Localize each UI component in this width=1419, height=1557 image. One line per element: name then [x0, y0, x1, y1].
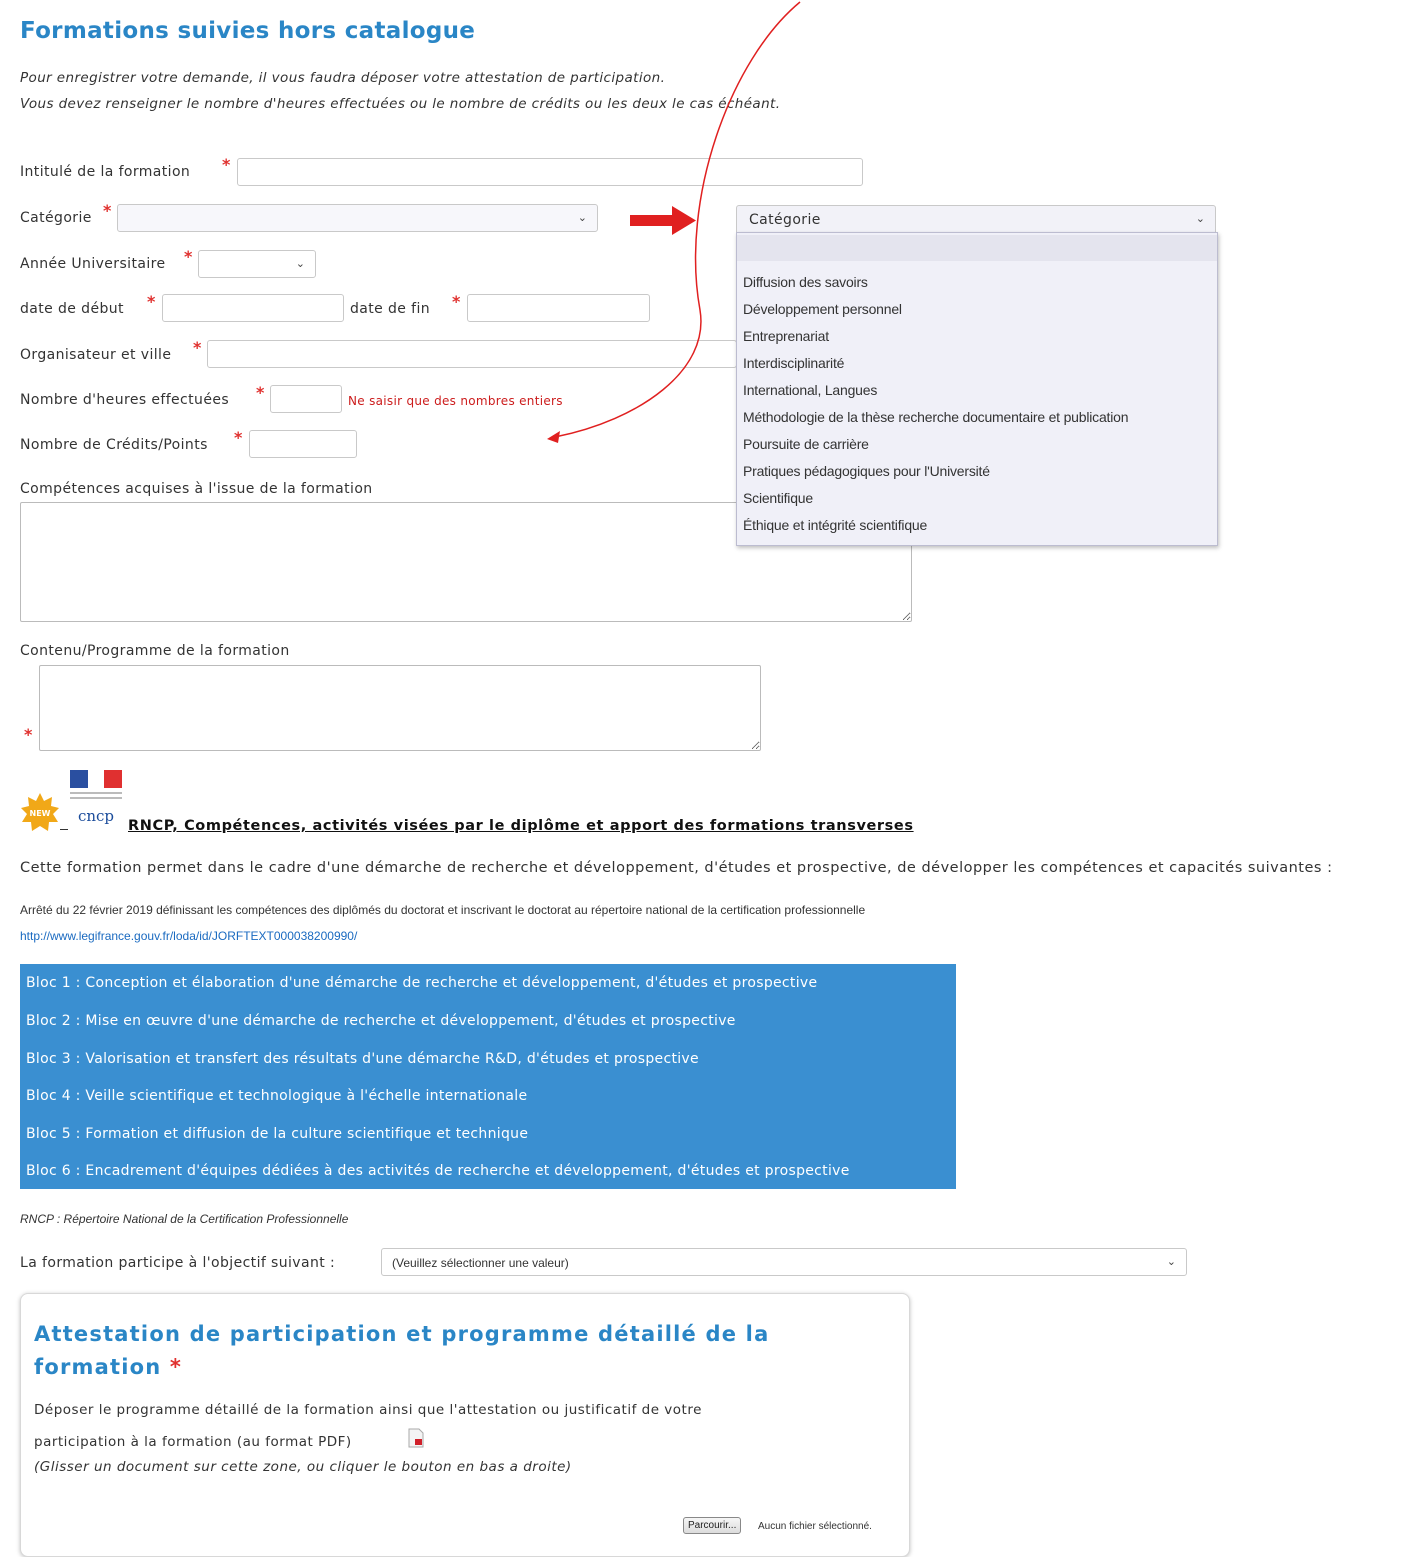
- date-debut-label: date de début: [20, 301, 124, 317]
- chevron-down-icon: ⌄: [1195, 212, 1205, 225]
- dropdown-option[interactable]: Méthodologie de la thèse recherche docum…: [743, 409, 1129, 425]
- competences-label: Compétences acquises à l'issue de la for…: [20, 481, 373, 497]
- required-mark: *: [222, 155, 231, 174]
- new-badge-icon: NEW: [21, 793, 59, 831]
- attestation-desc-line-1: Déposer le programme détaillé de la form…: [34, 1402, 702, 1418]
- categorie-dropdown-list: Diffusion des savoirs Développement pers…: [736, 232, 1218, 546]
- attestation-hint: (Glisser un document sur cette zone, ou …: [34, 1459, 572, 1475]
- categorie-label: Catégorie: [20, 210, 92, 226]
- bloc-item: Bloc 3 : Valorisation et transfert des r…: [26, 1051, 699, 1067]
- annee-select[interactable]: ⌄: [198, 250, 316, 278]
- required-mark: *: [193, 338, 202, 357]
- chevron-down-icon: ⌄: [295, 257, 305, 270]
- separator: [60, 829, 68, 830]
- required-mark: *: [452, 292, 461, 311]
- dropdown-option[interactable]: Poursuite de carrière: [743, 436, 869, 452]
- intitule-label: Intitulé de la formation: [20, 164, 191, 180]
- objectif-select[interactable]: (Veuillez sélectionner une valeur) ⌄: [381, 1248, 1187, 1276]
- dropdown-option[interactable]: Diffusion des savoirs: [743, 274, 868, 290]
- attestation-dropzone[interactable]: Attestation de participation et programm…: [20, 1293, 910, 1557]
- credits-label: Nombre de Crédits/Points: [20, 437, 208, 453]
- required-mark: *: [169, 1355, 183, 1379]
- dropdown-empty-option[interactable]: [737, 235, 1217, 261]
- browse-button[interactable]: Parcourir...: [683, 1517, 742, 1534]
- categorie-select[interactable]: ⌄: [117, 204, 598, 232]
- no-file-text: Aucun fichier sélectionné.: [758, 1521, 872, 1532]
- arrete-text: Arrêté du 22 février 2019 définissant le…: [20, 903, 866, 917]
- svg-text:NEW: NEW: [30, 809, 51, 818]
- bloc-item: Bloc 2 : Mise en œuvre d'une démarche de…: [26, 1013, 736, 1029]
- page-title: Formations suivies hors catalogue: [20, 18, 476, 44]
- required-mark: *: [103, 201, 112, 220]
- required-mark: *: [24, 725, 33, 744]
- contenu-label: Contenu/Programme de la formation: [20, 643, 290, 659]
- organisateur-label: Organisateur et ville: [20, 347, 172, 363]
- objectif-label: La formation participe à l'objectif suiv…: [20, 1255, 336, 1271]
- pdf-file-icon: [408, 1428, 424, 1448]
- dropdown-option[interactable]: International, Langues: [743, 382, 877, 398]
- dropdown-option[interactable]: Développement personnel: [743, 301, 902, 317]
- republique-francaise-logo: [70, 770, 122, 799]
- dropdown-option[interactable]: Interdisciplinarité: [743, 355, 844, 371]
- cncp-logo: cncp: [71, 805, 121, 831]
- required-mark: *: [256, 383, 265, 402]
- dropdown-option[interactable]: Pratiques pédagogiques pour l'Université: [743, 463, 990, 479]
- dropdown-option[interactable]: Éthique et intégrité scientifique: [743, 517, 927, 533]
- date-debut-input[interactable]: [162, 294, 344, 322]
- rncp-blocs-panel: Bloc 1 : Conception et élaboration d'une…: [20, 964, 956, 1189]
- legifrance-link[interactable]: http://www.legifrance.gouv.fr/loda/id/JO…: [20, 929, 357, 943]
- svg-text:cncp: cncp: [78, 807, 114, 825]
- categorie-dropdown-select[interactable]: Catégorie ⌄: [736, 205, 1216, 235]
- annee-label: Année Universitaire: [20, 256, 166, 272]
- rncp-title-link[interactable]: RNCP, Compétences, activités visées par …: [128, 818, 914, 834]
- date-fin-label: date de fin: [350, 301, 431, 317]
- required-mark: *: [234, 428, 243, 447]
- heures-label: Nombre d'heures effectuées: [20, 392, 230, 408]
- bloc-item: Bloc 4 : Veille scientifique et technolo…: [26, 1088, 528, 1104]
- required-mark: *: [147, 292, 156, 311]
- bloc-item: Bloc 5 : Formation et diffusion de la cu…: [26, 1126, 529, 1142]
- dropdown-option[interactable]: Scientifique: [743, 490, 813, 506]
- attestation-title: Attestation de participation et programm…: [34, 1322, 770, 1379]
- attestation-desc-line-2: participation à la formation (au format …: [34, 1434, 352, 1450]
- dropdown-option[interactable]: Entreprenariat: [743, 328, 829, 344]
- required-mark: *: [184, 247, 193, 266]
- chevron-down-icon: ⌄: [1166, 1255, 1176, 1268]
- credits-input[interactable]: [249, 430, 357, 458]
- rncp-footnote: RNCP : Répertoire National de la Certifi…: [20, 1212, 349, 1226]
- objectif-value: (Veuillez sélectionner une valeur): [392, 1256, 569, 1270]
- bloc-item: Bloc 6 : Encadrement d'équipes dédiées à…: [26, 1163, 850, 1179]
- contenu-textarea[interactable]: [39, 665, 761, 751]
- heures-input[interactable]: [270, 385, 342, 413]
- rncp-description: Cette formation permet dans le cadre d'u…: [20, 860, 1333, 876]
- categorie-dropdown-value: Catégorie: [749, 212, 821, 228]
- bloc-item: Bloc 1 : Conception et élaboration d'une…: [26, 975, 818, 991]
